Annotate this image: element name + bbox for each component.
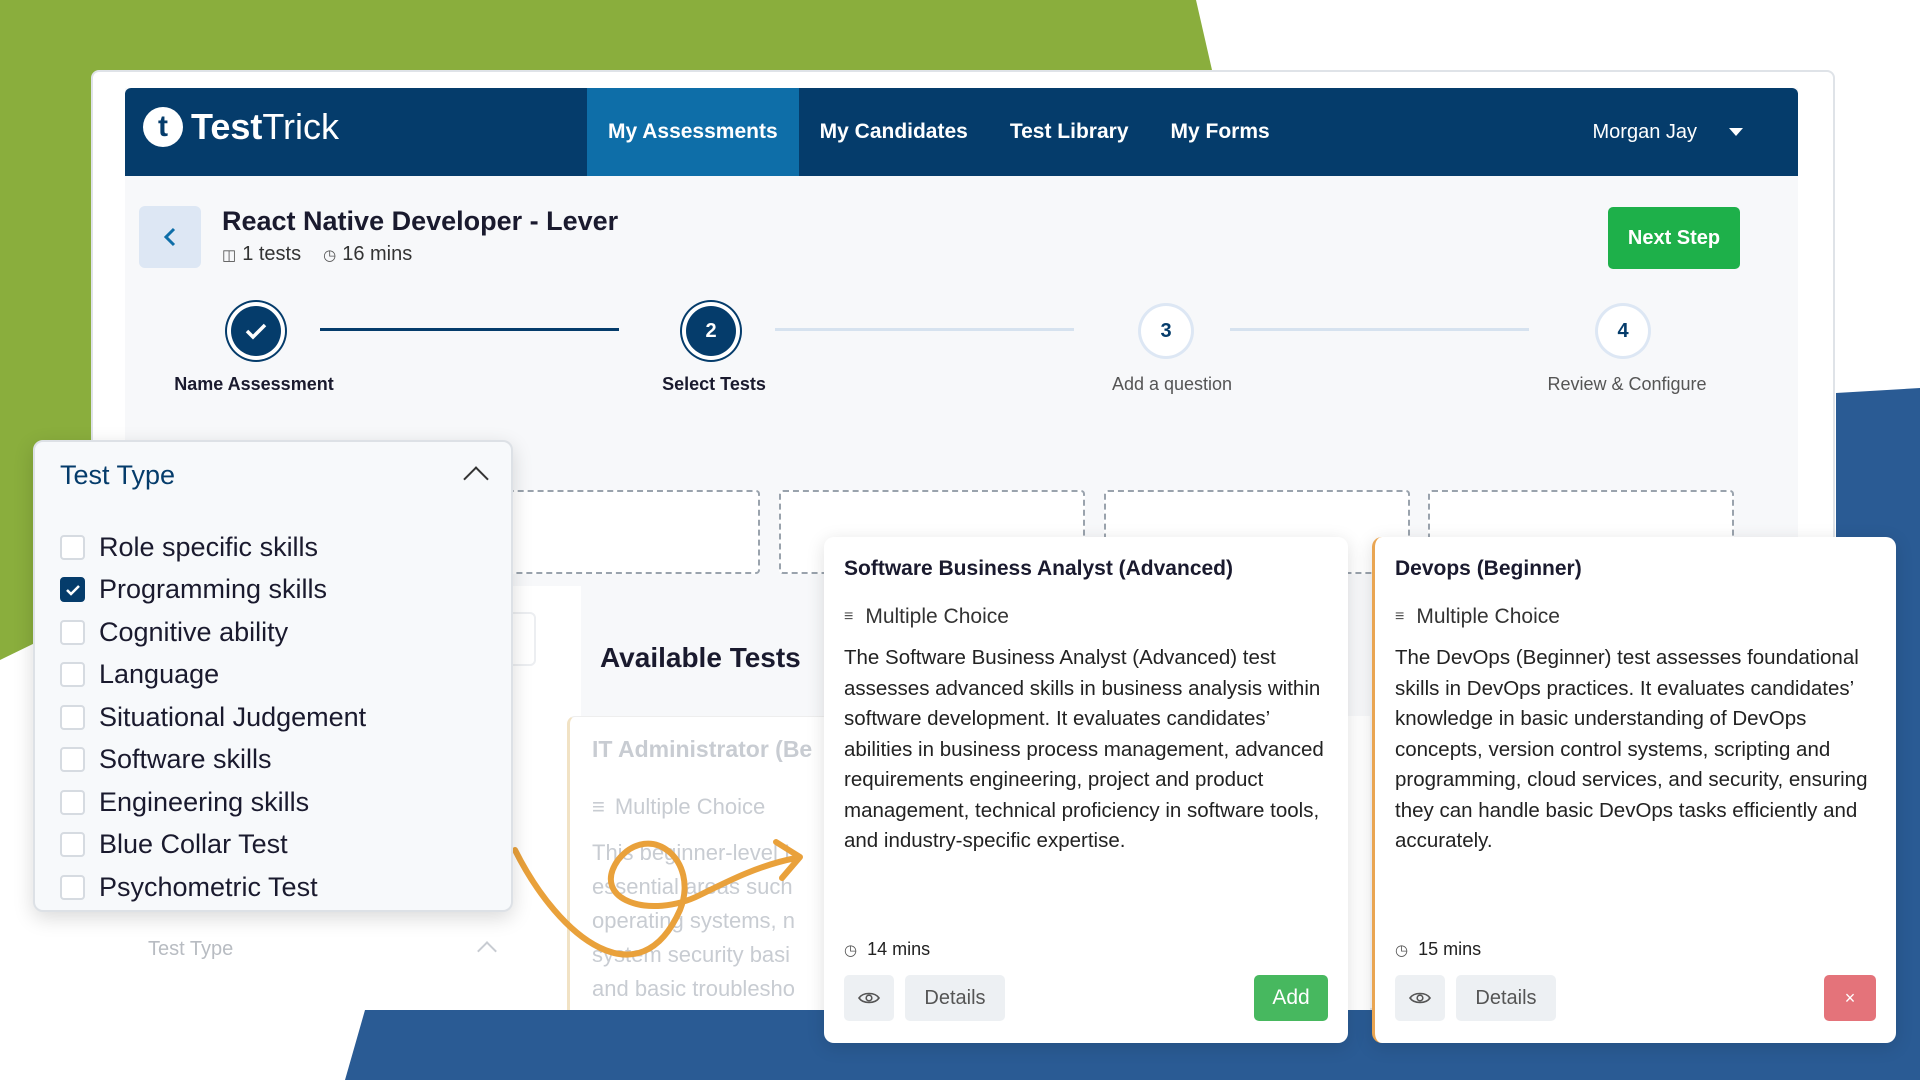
logo-mark-icon: t [143,107,183,147]
step-label-name-assessment: Name Assessment [174,374,334,394]
nav-tab-my-candidates[interactable]: My Candidates [799,88,989,176]
step-label-review-configure: Review & Configure [1547,374,1707,394]
main-nav: My Assessments My Candidates Test Librar… [587,88,1291,176]
card-description: The Software Business Analyst (Advanced)… [844,646,1324,852]
list-icon: ≡ [1395,608,1405,625]
card-description: The DevOps (Beginner) test assesses foun… [1395,646,1868,852]
step-label-add-question: Add a question [1111,374,1233,394]
step-connector-3 [1230,328,1529,331]
nav-tab-my-assessments[interactable]: My Assessments [587,88,799,176]
checkbox[interactable] [60,704,85,730]
faded-test-type-label: Test Type [148,938,234,960]
details-button[interactable]: Details [905,975,1005,1021]
card-type: ≡ Multiple Choice [1395,605,1560,628]
tests-icon: ◫ [222,246,237,264]
user-name: Morgan Jay [1592,120,1698,143]
assessment-meta: ◫ 1 tests ◷ 16 mins [222,243,412,266]
step-label-select-tests: Select Tests [662,374,766,394]
logo-text: TestTrick [191,106,339,147]
testtrick-logo[interactable]: t TestTrick [143,106,339,148]
filter-option-programming[interactable]: Programming skills [60,569,366,612]
card-title: Devops (Beginner) [1395,557,1582,580]
checkbox[interactable] [60,662,85,688]
filter-option-situational[interactable]: Situational Judgement [60,696,366,739]
caret-down-icon [1729,128,1743,136]
checkbox-checked[interactable] [60,577,85,603]
clock-icon: ◷ [844,941,858,959]
tests-count: 1 tests [242,243,302,265]
test-type-list: Role specific skills Programming skills … [60,526,366,909]
step-3[interactable]: 3 [1141,306,1191,356]
eye-icon [1409,992,1431,1004]
card-duration: ◷ 14 mins [844,939,931,959]
details-button[interactable]: Details [1456,975,1556,1021]
step-connector-2 [775,328,1074,331]
nav-tab-test-library[interactable]: Test Library [989,88,1150,176]
chevron-up-icon[interactable] [463,466,489,492]
filter-option-blue-collar[interactable]: Blue Collar Test [60,824,366,867]
assessment-title: React Native Developer - Lever [222,206,619,236]
step-4[interactable]: 4 [1598,306,1648,356]
step-connector-1 [320,328,619,331]
list-icon: ≡ [844,608,854,625]
checkbox[interactable] [60,874,85,900]
card-type: ≡ Multiple Choice [844,605,1009,628]
preview-button[interactable] [844,975,894,1021]
nav-tab-my-forms[interactable]: My Forms [1150,88,1291,176]
assessment-duration: 16 mins [342,243,413,265]
orange-curved-arrow-icon [512,839,803,958]
card-duration: ◷ 15 mins [1395,939,1482,959]
faded-card-title: IT Administrator (Be [592,736,813,762]
next-step-button[interactable]: Next Step [1608,207,1740,269]
filter-option-engineering[interactable]: Engineering skills [60,781,366,824]
checkbox[interactable] [60,534,85,560]
filter-option-language[interactable]: Language [60,654,366,697]
eye-icon [858,992,880,1004]
test-card-devops-beginner: Devops (Beginner) ≡ Multiple Choice The D… [1372,537,1896,1043]
checkbox[interactable] [60,747,85,773]
user-menu[interactable]: Morgan Jay [1592,88,1743,176]
checkbox[interactable] [60,619,85,645]
filter-title: Test Type [60,460,176,490]
clock-icon: ◷ [1395,941,1409,959]
filter-option-software[interactable]: Software skills [60,739,366,782]
back-button[interactable] [139,206,201,268]
chevron-left-icon [163,227,176,247]
add-test-button[interactable]: Add [1254,975,1328,1021]
top-navbar: t TestTrick My Assessments My Candidates… [125,88,1798,176]
test-type-filter-panel: Test Type Role specific skills Programmi… [33,440,513,912]
available-tests-heading: Available Tests [600,642,801,673]
checkbox[interactable] [60,789,85,815]
step-1-complete[interactable] [231,306,281,356]
card-title: Software Business Analyst (Advanced) [844,557,1233,580]
filter-option-psychometric[interactable]: Psychometric Test [60,866,366,909]
check-icon [65,584,80,596]
check-icon [245,323,267,340]
preview-button[interactable] [1395,975,1445,1021]
checkbox[interactable] [60,832,85,858]
filter-option-role-specific[interactable]: Role specific skills [60,526,366,569]
step-2-current[interactable]: 2 [686,306,736,356]
clock-icon: ◷ [323,246,337,264]
test-card-software-business-analyst: Software Business Analyst (Advanced) ≡ Mu… [824,537,1348,1043]
remove-test-button[interactable]: × [1824,975,1876,1021]
filter-option-cognitive[interactable]: Cognitive ability [60,611,366,654]
